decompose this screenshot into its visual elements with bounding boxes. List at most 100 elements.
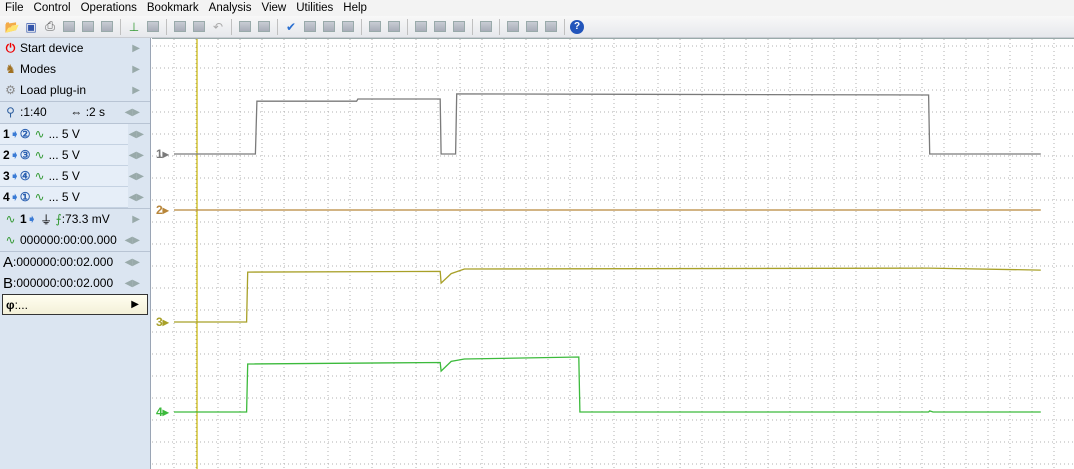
phase-row[interactable]: φ:... ▶ xyxy=(2,294,148,315)
zoom-fit-icon[interactable] xyxy=(367,19,383,35)
submenu-arrow-icon: ▶ xyxy=(132,213,140,225)
toolbar-separator xyxy=(407,18,408,35)
arrow-icon: ➧ xyxy=(9,190,20,204)
channel-marker-2[interactable]: 2▸ xyxy=(156,203,170,217)
screen-icon[interactable] xyxy=(237,19,253,35)
menu-view[interactable]: View xyxy=(256,2,291,14)
trace-add-icon[interactable] xyxy=(172,19,188,35)
channel-marker-3[interactable]: 3▸ xyxy=(156,315,170,329)
plugin-icon: ⚙ xyxy=(5,83,16,97)
check-down-icon[interactable] xyxy=(302,19,318,35)
source-badge: ① xyxy=(19,190,31,204)
toolbar-separator xyxy=(472,18,473,35)
load-plugin-item[interactable]: ⚙ Load plug-in ▶ xyxy=(0,80,150,101)
adjust-arrows-icon: ◀▶ xyxy=(128,170,144,182)
adjust-arrows-icon: ◀▶ xyxy=(124,256,140,268)
help-icon[interactable]: ? xyxy=(570,19,584,34)
trace-channel-1 xyxy=(174,93,1041,155)
save-icon[interactable]: ▣ xyxy=(23,19,39,35)
adjust-arrows-icon: ◀▶ xyxy=(128,191,144,203)
arrow-icon: ➧ xyxy=(9,148,20,162)
toolbar-separator xyxy=(166,18,167,35)
paste-icon[interactable] xyxy=(80,19,96,35)
adjust-arrows-icon: ◀▶ xyxy=(124,234,140,246)
toolbar-separator xyxy=(120,18,121,35)
edge-icon: ⏚ xyxy=(40,212,53,227)
abc-play-icon[interactable] xyxy=(432,19,448,35)
check-icon[interactable]: ✔ xyxy=(283,19,299,35)
source-badge: ③ xyxy=(19,148,31,162)
coupling-icon: ∿ xyxy=(34,169,45,183)
channel-row-4[interactable]: 4 ➧ ① ∿... 5 V ◀▶ xyxy=(0,187,144,208)
display-icon[interactable] xyxy=(478,19,494,35)
menu-bookmark[interactable]: Bookmark xyxy=(142,2,204,14)
control-panel: ⏻ Start device ▶ ♞ Modes ▶ ⚙ Load plug-in ▶ ⚲:… xyxy=(0,38,151,469)
trigger-icon: ∿ xyxy=(5,212,16,226)
trigger-icon[interactable]: ⊥ xyxy=(126,19,142,35)
menu-control[interactable]: Control xyxy=(29,2,76,14)
pretrigger-icon: ∿ xyxy=(5,233,16,247)
channel-row-2[interactable]: 2 ➧ ③ ∿... 5 V ◀▶ xyxy=(0,145,144,166)
menu-bar: File Control Operations Bookmark Analysis Vie… xyxy=(0,0,1074,16)
channel-row-3[interactable]: 3 ➧ ④ ∿... 5 V ◀▶ xyxy=(0,166,144,187)
coupling-icon: ∿ xyxy=(34,148,45,162)
source-badge: ② xyxy=(19,127,31,141)
open-icon[interactable]: 📂 xyxy=(4,19,20,35)
adjust-arrows-icon: ◀▶ xyxy=(128,149,144,161)
undo-icon[interactable]: ↶ xyxy=(210,19,226,35)
modes-icon: ♞ xyxy=(5,62,16,76)
adjust-arrows-icon: ◀▶ xyxy=(124,277,140,289)
toolbar: 📂 ▣ ⎙ ⊥ ↶ ✔? xyxy=(0,16,1074,38)
abc-stop-icon[interactable] xyxy=(451,19,467,35)
adjust-arrows-icon: ◀▶ xyxy=(124,106,140,118)
channel-marker-1[interactable]: 1▸ xyxy=(156,147,170,161)
cursor-a-row[interactable]: A:000000:00:02.000 ◀▶ xyxy=(0,252,150,273)
abc-icon[interactable] xyxy=(413,19,429,35)
submenu-arrow-icon: ▶ xyxy=(132,84,140,96)
check-up-icon[interactable] xyxy=(321,19,337,35)
export-icon[interactable] xyxy=(99,19,115,35)
cursor-icon[interactable] xyxy=(145,19,161,35)
marker-icon[interactable] xyxy=(256,19,272,35)
trace-channel-3 xyxy=(174,267,1041,323)
toolbar-separator xyxy=(499,18,500,35)
trigger-row[interactable]: ∿ 1 ➧ ⏚ ⨍:73.3 mV ▶ xyxy=(0,209,150,230)
source-badge: ④ xyxy=(19,169,31,183)
copy-icon[interactable] xyxy=(61,19,77,35)
menu-help[interactable]: Help xyxy=(338,2,372,14)
submenu-arrow-icon: ▶ xyxy=(132,42,140,54)
power-icon: ⏻ xyxy=(5,40,16,55)
channel-row-1[interactable]: 1 ➧ ② ∿... 5 V ◀▶ xyxy=(0,124,144,145)
select-icon[interactable] xyxy=(386,19,402,35)
cursor-b-row[interactable]: B:000000:00:02.000 ◀▶ xyxy=(0,273,150,294)
menu-utilities[interactable]: Utilities xyxy=(291,2,338,14)
print-icon[interactable]: ⎙ xyxy=(42,19,58,35)
trace-remove-icon[interactable] xyxy=(191,19,207,35)
toolbar-separator xyxy=(277,18,278,35)
page-icon[interactable] xyxy=(340,19,356,35)
modes-item[interactable]: ♞ Modes ▶ xyxy=(0,59,150,80)
submenu-arrow-icon: ▶ xyxy=(132,63,140,75)
zoom-timebase-row[interactable]: ⚲:1:40 ⇔:2 s ◀▶ xyxy=(0,102,150,123)
arrow-icon: ➧ xyxy=(9,127,20,141)
submenu-arrow-icon: ▶ xyxy=(131,299,139,310)
trigger-time-row[interactable]: ∿ 000000:00:00.000 ◀▶ xyxy=(0,230,150,251)
trace-channel-4 xyxy=(174,356,1041,413)
toolbar-separator xyxy=(231,18,232,35)
toolbar-separator xyxy=(361,18,362,35)
oscilloscope-plot[interactable]: 1▸ 2▸ 3▸ 4▸ xyxy=(152,38,1074,469)
coupling-icon: ∿ xyxy=(34,190,45,204)
toolbar-separator xyxy=(564,18,565,35)
document-icon[interactable] xyxy=(524,19,540,35)
menu-operations[interactable]: Operations xyxy=(76,2,142,14)
start-device-item[interactable]: ⏻ Start device ▶ xyxy=(0,38,150,59)
arrow-icon: ➧ xyxy=(9,169,20,183)
menu-file[interactable]: File xyxy=(0,2,29,14)
magnifier-icon: ⚲ xyxy=(6,105,15,119)
delete-icon[interactable] xyxy=(543,19,559,35)
adjust-arrows-icon: ◀▶ xyxy=(128,128,144,140)
window-icon[interactable] xyxy=(505,19,521,35)
timebase-icon: ⇔ xyxy=(70,105,83,119)
menu-analysis[interactable]: Analysis xyxy=(204,2,257,14)
channel-marker-4[interactable]: 4▸ xyxy=(156,405,170,419)
